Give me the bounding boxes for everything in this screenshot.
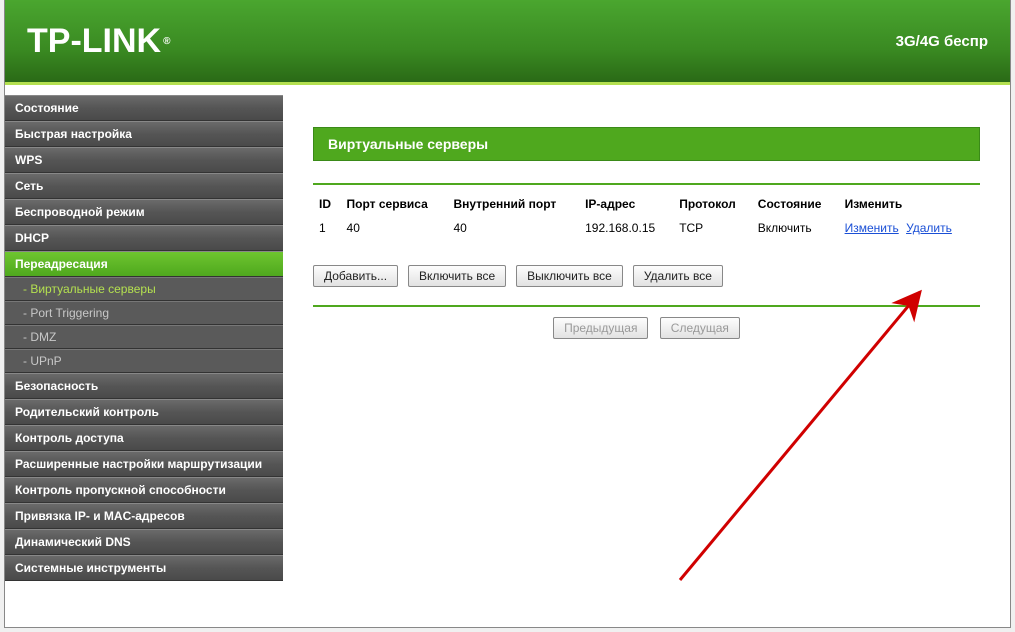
pager: Предыдущая Следущая <box>313 317 980 339</box>
cell-internal-port: 40 <box>447 215 579 241</box>
sidebar-item-routing[interactable]: Расширенные настройки маршрутизации <box>5 451 283 477</box>
divider-bottom <box>313 305 980 307</box>
th-internal-port: Внутренний порт <box>447 193 579 215</box>
cell-ip: 192.168.0.15 <box>579 215 673 241</box>
sidebar-sub-dmz[interactable]: - DMZ <box>5 325 283 349</box>
sidebar-item-network[interactable]: Сеть <box>5 173 283 199</box>
sidebar-sub-virtual-servers[interactable]: - Виртуальные серверы <box>5 277 283 301</box>
sidebar-item-system-tools[interactable]: Системные инструменты <box>5 555 283 581</box>
logo-text: TP-LINK <box>27 22 161 61</box>
logo: TP-LINK® <box>27 22 170 61</box>
sidebar-item-wps[interactable]: WPS <box>5 147 283 173</box>
sidebar: Состояние Быстрая настройка WPS Сеть Бес… <box>5 85 283 624</box>
next-button[interactable]: Следущая <box>660 317 740 339</box>
sidebar-sub-port-triggering[interactable]: - Port Triggering <box>5 301 283 325</box>
divider-top <box>313 183 980 185</box>
cell-service-port: 40 <box>341 215 448 241</box>
content-area: Виртуальные серверы ID Порт сервиса Внут… <box>283 85 1010 624</box>
sidebar-item-quicksetup[interactable]: Быстрая настройка <box>5 121 283 147</box>
header: TP-LINK® 3G/4G беспр <box>5 0 1010 85</box>
cell-id: 1 <box>313 215 341 241</box>
delete-link[interactable]: Удалить <box>906 221 952 235</box>
enable-all-button[interactable]: Включить все <box>408 265 506 287</box>
sidebar-item-status[interactable]: Состояние <box>5 95 283 121</box>
sidebar-item-forwarding[interactable]: Переадресация <box>5 251 283 277</box>
table-row: 1 40 40 192.168.0.15 TCP Включить Измени… <box>313 215 980 241</box>
edit-link[interactable]: Изменить <box>845 221 899 235</box>
logo-r: ® <box>163 36 170 47</box>
sidebar-item-security[interactable]: Безопасность <box>5 373 283 399</box>
th-id: ID <box>313 193 341 215</box>
action-button-row: Добавить... Включить все Выключить все У… <box>313 265 980 287</box>
th-service-port: Порт сервиса <box>341 193 448 215</box>
sidebar-item-dhcp[interactable]: DHCP <box>5 225 283 251</box>
cell-state: Включить <box>752 215 839 241</box>
sidebar-item-ddns[interactable]: Динамический DNS <box>5 529 283 555</box>
sidebar-item-wireless[interactable]: Беспроводной режим <box>5 199 283 225</box>
delete-all-button[interactable]: Удалить все <box>633 265 723 287</box>
th-state: Состояние <box>752 193 839 215</box>
header-model-text: 3G/4G беспр <box>896 33 988 50</box>
sidebar-sub-upnp[interactable]: - UPnP <box>5 349 283 373</box>
cell-actions: Изменить Удалить <box>839 215 980 241</box>
th-modify: Изменить <box>839 193 980 215</box>
sidebar-item-access-control[interactable]: Контроль доступа <box>5 425 283 451</box>
sidebar-item-bandwidth[interactable]: Контроль пропускной способности <box>5 477 283 503</box>
virtual-servers-table: ID Порт сервиса Внутренний порт IP-адрес… <box>313 193 980 241</box>
prev-button[interactable]: Предыдущая <box>553 317 648 339</box>
sidebar-item-ipmac[interactable]: Привязка IP- и MAC-адресов <box>5 503 283 529</box>
panel-title: Виртуальные серверы <box>313 127 980 161</box>
add-button[interactable]: Добавить... <box>313 265 398 287</box>
cell-protocol: TCP <box>673 215 752 241</box>
th-ip: IP-адрес <box>579 193 673 215</box>
disable-all-button[interactable]: Выключить все <box>516 265 623 287</box>
sidebar-item-parental[interactable]: Родительский контроль <box>5 399 283 425</box>
th-protocol: Протокол <box>673 193 752 215</box>
